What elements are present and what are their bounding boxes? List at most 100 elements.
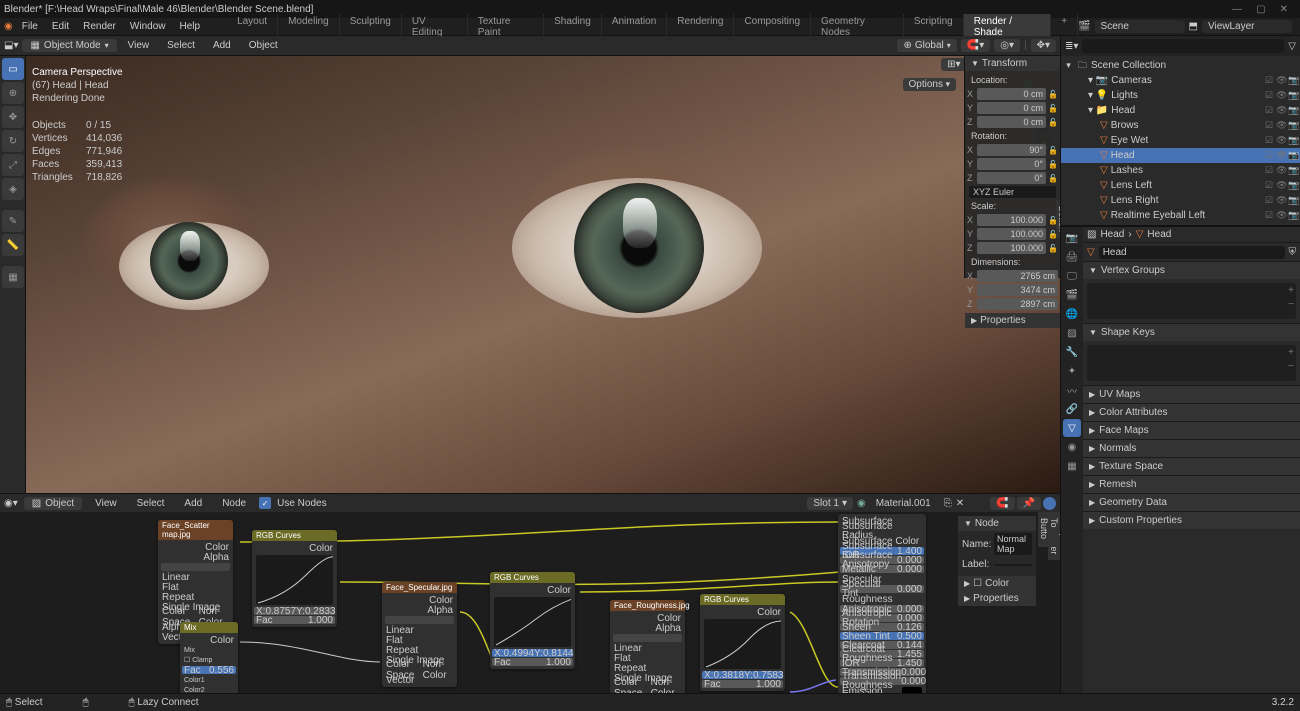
rot-mode[interactable]: XYZ Euler	[969, 186, 1056, 198]
scl-z[interactable]: 100.000	[977, 242, 1046, 254]
proportional-toggle[interactable]: ◎▾	[994, 39, 1020, 52]
scl-x[interactable]: 100.000	[977, 214, 1046, 226]
filter-icon[interactable]: ▽	[1288, 41, 1296, 52]
lock-icon[interactable]: 🔓	[1048, 90, 1058, 99]
prop-tab-world[interactable]: 🌐	[1063, 305, 1081, 323]
principled-bsdf-node[interactable]: Subsurface Subsurface Radius Subsurface …	[838, 514, 926, 693]
mix-node[interactable]: Mix Color Mix ☐ Clamp Fac0.556 Color1 Co…	[180, 622, 238, 693]
scl-y[interactable]: 100.000	[977, 228, 1046, 240]
outliner-search[interactable]	[1082, 39, 1284, 53]
prop-tab-texture[interactable]: ▦	[1063, 457, 1081, 475]
loc-x[interactable]: 0 cm	[977, 88, 1046, 100]
prop-tab-view[interactable]: 🖵	[1063, 267, 1081, 285]
prop-tab-constraint[interactable]: 🔗	[1063, 400, 1081, 418]
tree-row[interactable]: ▽Eye Wet☑👁📷	[1061, 133, 1300, 148]
npanel-tab-stb[interactable]: Script To Button	[1056, 200, 1060, 238]
tree-row[interactable]: ▽Lashes☑👁📷	[1061, 163, 1300, 178]
prop-tab-particles[interactable]: ✦	[1063, 362, 1081, 380]
backdrop[interactable]	[1043, 497, 1056, 510]
transform-panel-header[interactable]: ▼Transform	[965, 56, 1060, 71]
pin[interactable]: 📌	[1017, 497, 1041, 510]
prop-tab-scene[interactable]: 🎬	[1063, 286, 1081, 304]
rgb-curves-node[interactable]: RGB Curves Color X:0.3818Y:0.7583 Fac1.0…	[700, 594, 785, 691]
tree-row[interactable]: ▽Brows☑👁📷	[1061, 118, 1300, 133]
view-menu[interactable]: View	[121, 38, 157, 53]
annotate-tool[interactable]: ✎	[2, 210, 24, 232]
prop-tab-data[interactable]: ▽	[1063, 419, 1081, 437]
snap-toggle[interactable]: 🧲▾	[961, 39, 990, 52]
tree-row[interactable]: ▽Realtime Eyeball Left☑👁📷	[1061, 208, 1300, 223]
prop-tab-material[interactable]: ◉	[1063, 438, 1081, 456]
np-properties-header[interactable]: ▶Properties	[965, 313, 1060, 328]
prop-tab-render[interactable]: 📷	[1063, 229, 1081, 247]
rotate-tool[interactable]: ↻	[2, 130, 24, 152]
select-menu[interactable]: Select	[160, 38, 202, 53]
mat-unlink[interactable]: ✕	[956, 498, 964, 509]
list-box[interactable]: +−	[1087, 345, 1296, 381]
panel-header[interactable]: ▶Custom Properties	[1083, 511, 1300, 529]
menu-render[interactable]: Render	[76, 19, 123, 34]
close-icon[interactable]: ✕	[1280, 4, 1288, 15]
tree-row[interactable]: ▽Realtime Eyeball Right☑👁📷	[1061, 223, 1300, 225]
slot-dropdown[interactable]: Slot 1 ▾	[807, 497, 853, 510]
maximize-icon[interactable]: ▢	[1256, 4, 1265, 15]
measure-tool[interactable]: 📏	[2, 234, 24, 256]
menu-help[interactable]: Help	[172, 19, 207, 34]
editor-type-icon[interactable]: ≣▾	[1065, 41, 1078, 52]
rot-y[interactable]: 0°	[977, 158, 1046, 170]
menu-window[interactable]: Window	[123, 19, 173, 34]
orientation-dropdown[interactable]: ⊕Global▾	[897, 39, 956, 52]
node-select[interactable]: Select	[130, 496, 172, 511]
overlay-toggle[interactable]: ⊞▾	[941, 58, 966, 71]
gizmo-toggle[interactable]: ✥▾	[1031, 39, 1056, 52]
3d-viewport[interactable]: Camera Perspective (67) Head | Head Rend…	[26, 56, 1060, 493]
rot-x[interactable]: 90°	[977, 144, 1046, 156]
image-texture-node[interactable]: Face_Specular.jpg Color Alpha Linear Fla…	[382, 582, 457, 687]
node-tab-stb[interactable]: Script To Butto	[1038, 512, 1060, 547]
loc-z[interactable]: 0 cm	[977, 116, 1046, 128]
dim-x[interactable]: 2765 cm	[977, 270, 1058, 282]
rot-z[interactable]: 0°	[977, 172, 1046, 184]
tree-row[interactable]: ▾ 📷Cameras☑👁📷	[1061, 73, 1300, 88]
editor-type-icon[interactable]: ◉▾	[4, 498, 18, 509]
rgb-curves-node[interactable]: RGB Curves Color X:0.8757Y:0.2833 Fac1.0…	[252, 530, 337, 627]
tree-row[interactable]: ▾ 📁Head☑👁📷	[1061, 103, 1300, 118]
object-dropdown[interactable]: ▨Object	[24, 497, 82, 510]
mesh-name-field[interactable]: Head	[1099, 246, 1285, 259]
tree-row[interactable]: ▽Head☑👁📷	[1061, 148, 1300, 163]
node-view[interactable]: View	[88, 496, 124, 511]
panel-header[interactable]: ▶Remesh	[1083, 475, 1300, 493]
material-field[interactable]: Material.001	[870, 497, 940, 510]
node-add[interactable]: Add	[177, 496, 209, 511]
snap[interactable]: 🧲	[990, 497, 1014, 510]
transform-tool[interactable]: ◈	[2, 178, 24, 200]
fake-user-icon[interactable]: ⛨	[1289, 247, 1297, 258]
prop-tab-output[interactable]: 🖨	[1063, 248, 1081, 266]
node-canvas[interactable]: Face_Scatter map.jpg Color Alpha Linear …	[0, 512, 1060, 693]
prop-tab-object[interactable]: ▨	[1063, 324, 1081, 342]
mode-dropdown[interactable]: ▦ Object Mode▾	[22, 39, 116, 52]
panel-header[interactable]: ▶Normals	[1083, 439, 1300, 457]
prop-tab-modifier[interactable]: 🔧	[1063, 343, 1081, 361]
dim-y[interactable]: 3474 cm	[977, 284, 1058, 296]
use-nodes-check[interactable]: ✓	[259, 497, 271, 509]
panel-header[interactable]: ▶Texture Space	[1083, 457, 1300, 475]
menu-edit[interactable]: Edit	[45, 19, 76, 34]
panel-header[interactable]: ▶Color Attributes	[1083, 403, 1300, 421]
select-tool[interactable]: ▭	[2, 58, 24, 80]
options-dropdown[interactable]: Options ▾	[903, 78, 957, 91]
rgb-curves-node[interactable]: RGB Curves Color X:0.4994Y:0.8144 Fac1.0…	[490, 572, 575, 669]
prop-tab-physics[interactable]: 〰	[1063, 381, 1081, 399]
tree-row[interactable]: ▾ 💡Lights☑👁📷	[1061, 88, 1300, 103]
list-box[interactable]: +−	[1087, 283, 1296, 319]
panel-header[interactable]: ▶UV Maps	[1083, 385, 1300, 403]
panel-header[interactable]: ▼Vertex Groups	[1083, 261, 1300, 279]
add-tool[interactable]: ▦	[2, 266, 24, 288]
move-tool[interactable]: ✥	[2, 106, 24, 128]
node-name-field[interactable]: Normal Map	[994, 533, 1032, 555]
panel-header[interactable]: ▶Geometry Data	[1083, 493, 1300, 511]
node-node[interactable]: Node	[215, 496, 253, 511]
tree-row[interactable]: ▽Lens Right☑👁📷	[1061, 193, 1300, 208]
tree-row[interactable]: ▽Lens Left☑👁📷	[1061, 178, 1300, 193]
scene-field[interactable]: Scene	[1095, 20, 1185, 33]
